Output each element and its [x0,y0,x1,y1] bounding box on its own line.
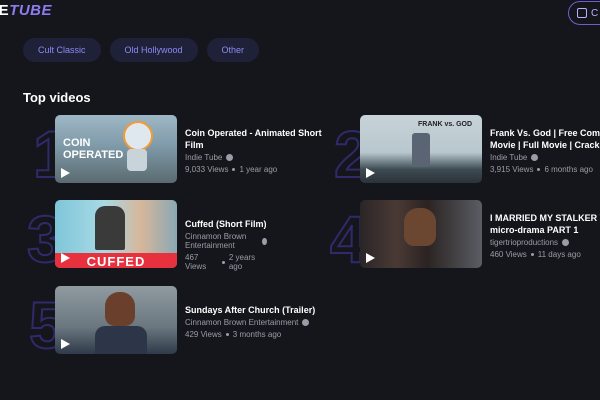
upload-age: 1 year ago [239,165,278,174]
video-thumbnail[interactable]: COIN OPERATED [55,115,177,183]
separator-dot [222,260,225,264]
play-icon[interactable] [61,168,70,178]
video-info: I MARRIED MY STALKER Ve micro-drama PART… [490,212,600,259]
view-count: 3,915 Views [490,165,534,174]
video-thumbnail[interactable] [55,286,177,354]
verified-icon [562,239,570,246]
channel-name[interactable]: Cinnamon Brown Entertainment [185,318,298,327]
header-button-label: C [591,7,599,19]
video-info: Cuffed (Short Film) Cinnamon Brown Enter… [185,218,267,271]
chip-old-hollywood[interactable]: Old Hollywood [109,38,198,62]
play-icon[interactable] [366,168,375,178]
upload-age: 3 months ago [232,330,282,339]
video-info: Coin Operated - Animated Short Film Indi… [185,127,322,174]
video-info: Sundays After Church (Trailer) Cinnamon … [185,304,315,339]
category-chips: Cult Classic Old Hollywood Other [23,38,260,62]
chip-other[interactable]: Other [206,38,260,62]
separator-dot [537,168,541,171]
man-illustration [105,292,135,326]
site-logo[interactable]: IETUBE [0,2,53,22]
video-title-line2[interactable]: micro-drama PART 1 [490,224,600,236]
channel-name[interactable]: Indie Tube [185,153,222,162]
robot-body [127,149,147,171]
verified-icon [262,237,267,245]
suit-illustration [95,326,147,354]
video-title[interactable]: Coin Operated - Animated Short [185,127,322,139]
thumbnail-caption: COIN OPERATED [63,137,124,161]
video-title[interactable]: Cuffed (Short Film) [185,218,267,230]
thumbnail-caption: FRANK vs. GOD [418,121,473,128]
people-illustration [95,206,125,250]
view-count: 460 Views [490,250,527,259]
chip-cult-classic[interactable]: Cult Classic [23,38,101,62]
view-count: 429 Views [185,330,222,339]
channel-name[interactable]: Indie Tube [490,153,527,162]
upload-age: 11 days ago [537,250,581,259]
verified-icon [226,154,234,161]
view-count: 467 Views [185,253,207,271]
play-icon[interactable] [366,253,375,263]
video-title-line2[interactable]: Film [185,139,322,151]
video-title[interactable]: Frank Vs. God | Free Come [490,127,600,139]
view-count: 9,033 Views [185,165,229,174]
channel-name[interactable]: Cinnamon Brown Entertainment [185,232,258,250]
video-title[interactable]: Sundays After Church (Trailer) [185,304,315,316]
section-title: Top videos [23,90,91,105]
verified-icon [531,154,539,161]
verified-icon [302,319,310,326]
separator-dot [225,333,229,336]
video-thumbnail[interactable]: CUFFED [55,200,177,268]
play-icon[interactable] [61,339,70,349]
upload-icon [577,8,587,18]
upload-age: 6 months ago [544,165,593,174]
separator-dot [530,253,534,256]
separator-dot [232,168,236,171]
portrait-illustration [404,208,436,246]
video-thumbnail[interactable]: FRANK vs. GOD [360,115,482,183]
play-icon[interactable] [61,253,70,263]
video-thumbnail[interactable] [360,200,482,268]
robot-illustration [123,121,153,151]
thumbnail-caption: CUFFED [55,253,177,268]
video-title[interactable]: I MARRIED MY STALKER Ve [490,212,600,224]
figure-illustration [412,133,430,167]
video-info: Frank Vs. God | Free Come Movie | Full M… [490,127,600,174]
video-title-line2[interactable]: Movie | Full Movie | Crack U [490,139,600,151]
channel-name[interactable]: tigertrioproductions [490,238,558,247]
upload-age: 2 years ago [228,253,256,271]
header-create-button[interactable]: C [568,1,600,25]
